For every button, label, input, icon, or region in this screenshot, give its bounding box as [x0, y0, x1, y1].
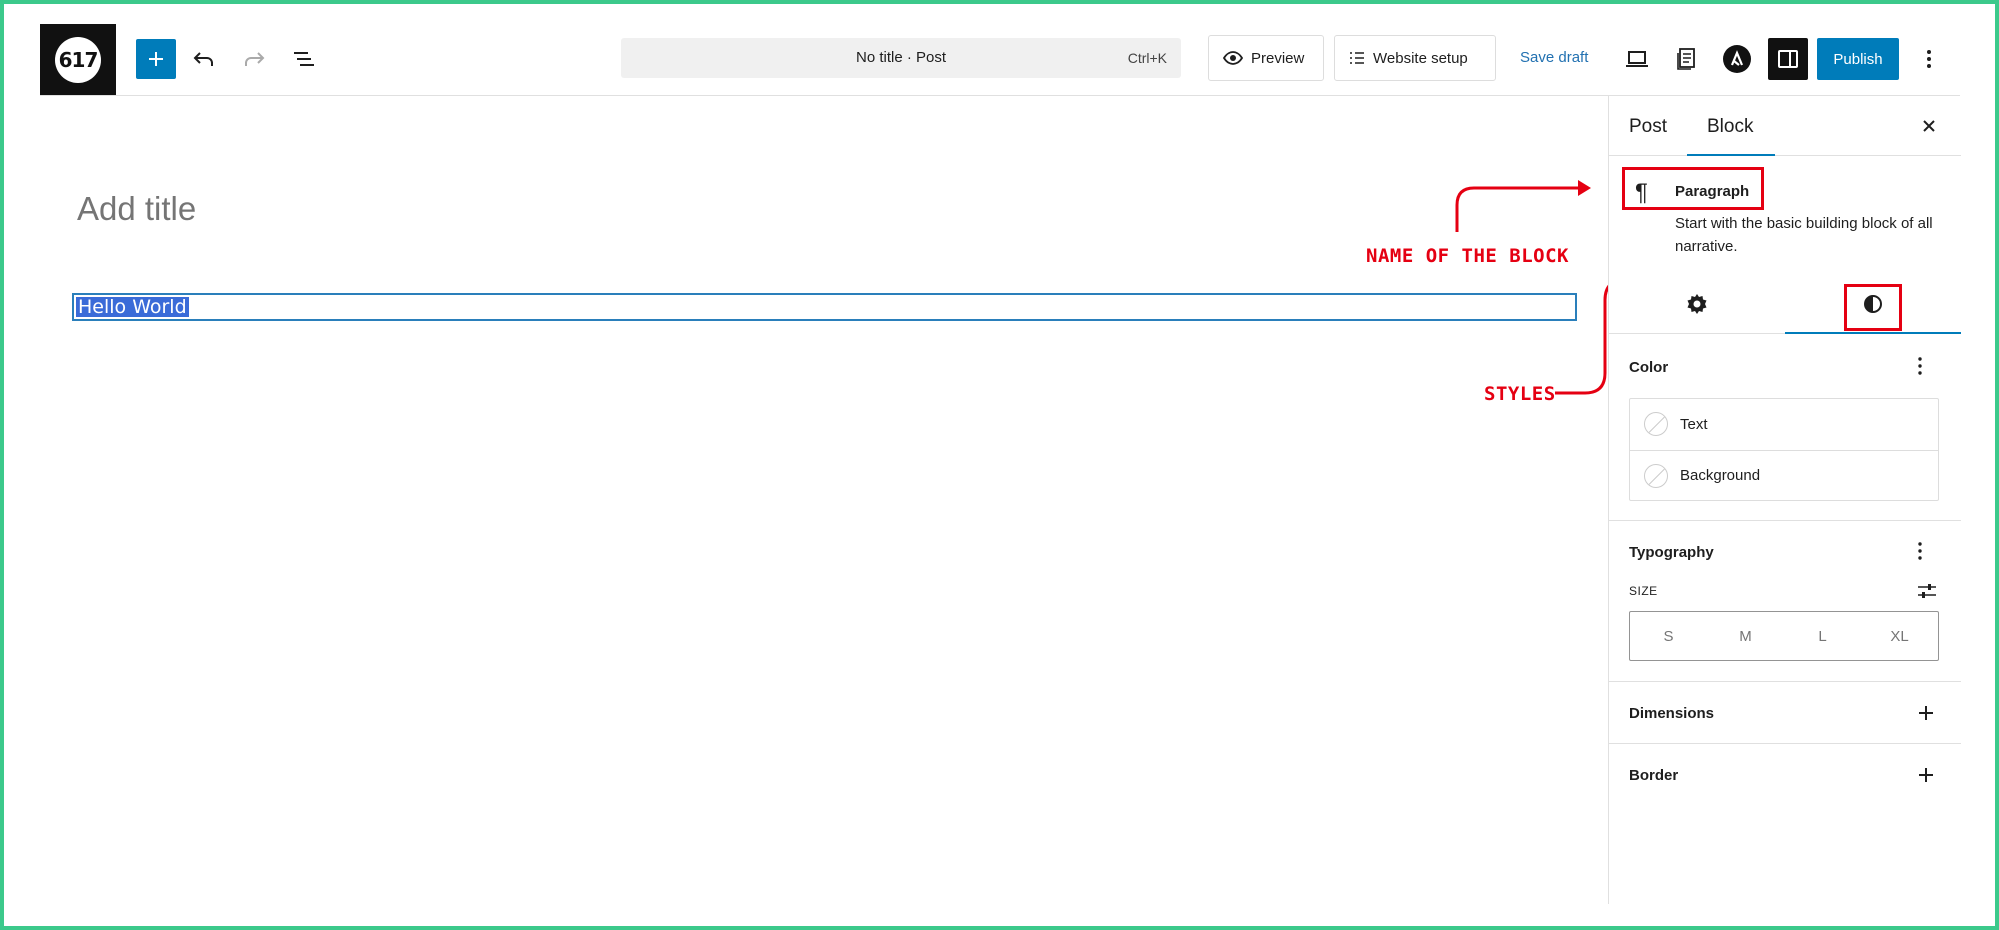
- options-menu-button[interactable]: [1909, 39, 1949, 79]
- document-title: No title · Post: [855, 49, 947, 66]
- more-vertical-icon: [1918, 542, 1922, 560]
- plugin-button[interactable]: [1717, 39, 1757, 79]
- text-color-option[interactable]: Text: [1630, 399, 1938, 449]
- background-color-label: Background: [1680, 467, 1761, 484]
- custom-size-button[interactable]: [1916, 579, 1938, 603]
- typography-options-button[interactable]: [1910, 539, 1930, 563]
- list-view-icon: [294, 52, 314, 66]
- annotation-box-styles-tab: [1844, 284, 1902, 331]
- empty-swatch-icon: [1644, 463, 1668, 488]
- undo-button[interactable]: [184, 39, 224, 79]
- editor-header: 617 No title · Post Ctrl+K Preview Websi…: [40, 24, 1960, 96]
- post-title-input[interactable]: Add title: [77, 190, 196, 228]
- annotation-block-name: NAME OF THE BLOCK: [1366, 245, 1569, 267]
- panel-divider: [1609, 743, 1961, 744]
- background-color-option[interactable]: Background: [1630, 450, 1938, 500]
- plus-icon: [149, 52, 163, 66]
- empty-swatch-icon: [1644, 412, 1668, 436]
- active-subtab-indicator: [1785, 332, 1961, 334]
- dimensions-panel-title: Dimensions: [1629, 705, 1715, 722]
- panel-divider: [1609, 520, 1961, 521]
- keyboard-shortcut: Ctrl+K: [1127, 50, 1167, 66]
- tab-post[interactable]: Post: [1629, 116, 1667, 138]
- document-overview-button[interactable]: [284, 39, 324, 79]
- post-layout-button[interactable]: [1667, 39, 1707, 79]
- font-size-label: SIZE: [1629, 584, 1658, 598]
- website-setup-button[interactable]: Website setup: [1334, 35, 1496, 81]
- more-vertical-icon: [1918, 357, 1922, 375]
- website-setup-label: Website setup: [1373, 49, 1468, 67]
- publish-button[interactable]: Publish: [1817, 38, 1899, 80]
- color-options-list: Text Background: [1629, 398, 1939, 501]
- checklist-icon: [1350, 52, 1364, 64]
- panel-divider: [1609, 681, 1961, 682]
- add-block-button[interactable]: [136, 39, 176, 79]
- size-option-l[interactable]: L: [1784, 612, 1861, 660]
- size-option-xl[interactable]: XL: [1861, 612, 1938, 660]
- sidebar-icon: [1778, 50, 1798, 68]
- plus-icon: [1919, 706, 1933, 720]
- block-inspector-tabs: [1609, 274, 1961, 334]
- settings-toggle-button[interactable]: [1768, 38, 1808, 80]
- preview-button[interactable]: Preview: [1208, 35, 1324, 81]
- paragraph-block[interactable]: Hello World: [72, 293, 1577, 321]
- command-palette-bar[interactable]: No title · Post Ctrl+K: [621, 38, 1181, 78]
- border-add-button[interactable]: [1916, 765, 1936, 785]
- undo-icon: [193, 52, 213, 66]
- plus-icon: [1919, 768, 1933, 782]
- document-icon: [1677, 48, 1695, 70]
- site-logo[interactable]: 617: [40, 24, 116, 96]
- settings-sidebar: Post Block ¶ Paragraph Start with the ba…: [1608, 96, 1961, 904]
- redo-icon: [245, 52, 265, 66]
- redo-button[interactable]: [234, 39, 274, 79]
- eye-icon: [1223, 51, 1243, 65]
- close-sidebar-button[interactable]: [1915, 112, 1943, 140]
- typography-panel-title: Typography: [1629, 544, 1714, 561]
- laptop-icon: [1626, 51, 1648, 67]
- save-draft-button[interactable]: Save draft: [1520, 49, 1588, 66]
- border-panel-title: Border: [1629, 767, 1679, 784]
- text-color-label: Text: [1680, 415, 1708, 433]
- size-option-m[interactable]: M: [1707, 612, 1784, 660]
- preview-label: Preview: [1251, 49, 1305, 67]
- close-icon: [1923, 120, 1935, 132]
- annotation-box-block-name: [1622, 167, 1764, 210]
- astra-logo-icon: [1723, 45, 1751, 73]
- color-panel-title: Color: [1629, 359, 1669, 376]
- color-options-button[interactable]: [1910, 354, 1930, 378]
- tab-block[interactable]: Block: [1707, 116, 1753, 138]
- size-option-s[interactable]: S: [1630, 612, 1707, 660]
- sidebar-tabs: Post Block: [1609, 96, 1961, 156]
- annotation-styles: STYLES: [1484, 383, 1556, 405]
- dimensions-add-button[interactable]: [1916, 703, 1936, 723]
- more-vertical-icon: [1927, 50, 1931, 68]
- selected-paragraph-text[interactable]: Hello World: [76, 297, 189, 317]
- view-device-button[interactable]: [1617, 39, 1657, 79]
- logo-mark: 617: [55, 37, 101, 83]
- active-tab-indicator: [1687, 154, 1775, 156]
- tab-settings[interactable]: [1609, 274, 1785, 334]
- logo-text: 617: [58, 48, 99, 72]
- settings-sliders-icon: [1918, 584, 1936, 598]
- block-description: Start with the basic building block of a…: [1675, 215, 1933, 255]
- font-size-picker: S M L XL: [1629, 611, 1939, 661]
- gear-icon: [1687, 294, 1707, 314]
